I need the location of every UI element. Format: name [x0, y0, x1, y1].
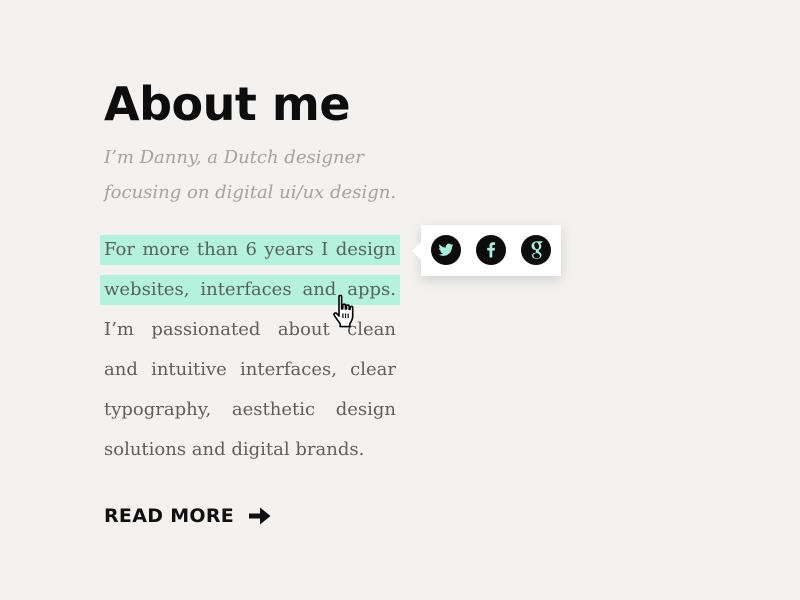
google-icon [531, 241, 543, 259]
paragraph-line: and intuitive interfaces, clear [104, 359, 396, 380]
about-paragraph: For more than 6 years I design websites,… [104, 230, 396, 470]
read-more-link[interactable]: READ MORE [104, 500, 272, 532]
paragraph-line: solutions and digital brands. [104, 439, 365, 460]
page-title: About me [104, 77, 351, 131]
twitter-icon [438, 243, 454, 256]
intro-text: I’m Danny, a Dutch designer focusing on … [104, 140, 424, 210]
read-more-label: READ MORE [104, 505, 235, 527]
intro-line: focusing on digital ui/ux design. [104, 182, 397, 203]
intro-line: I’m Danny, a Dutch designer [104, 147, 364, 168]
facebook-share-button[interactable] [476, 235, 506, 265]
twitter-share-button[interactable] [431, 235, 461, 265]
share-popup [412, 225, 561, 276]
arrow-right-icon [249, 507, 271, 525]
highlighted-line[interactable]: For more than 6 years I design [104, 230, 396, 270]
google-share-button[interactable] [521, 235, 551, 265]
facebook-icon [487, 242, 496, 258]
hand-pointer-cursor-icon [333, 294, 354, 328]
paragraph-line: typography, aesthetic design [104, 399, 396, 420]
highlighted-text[interactable]: For more than 6 years I design [104, 235, 396, 265]
